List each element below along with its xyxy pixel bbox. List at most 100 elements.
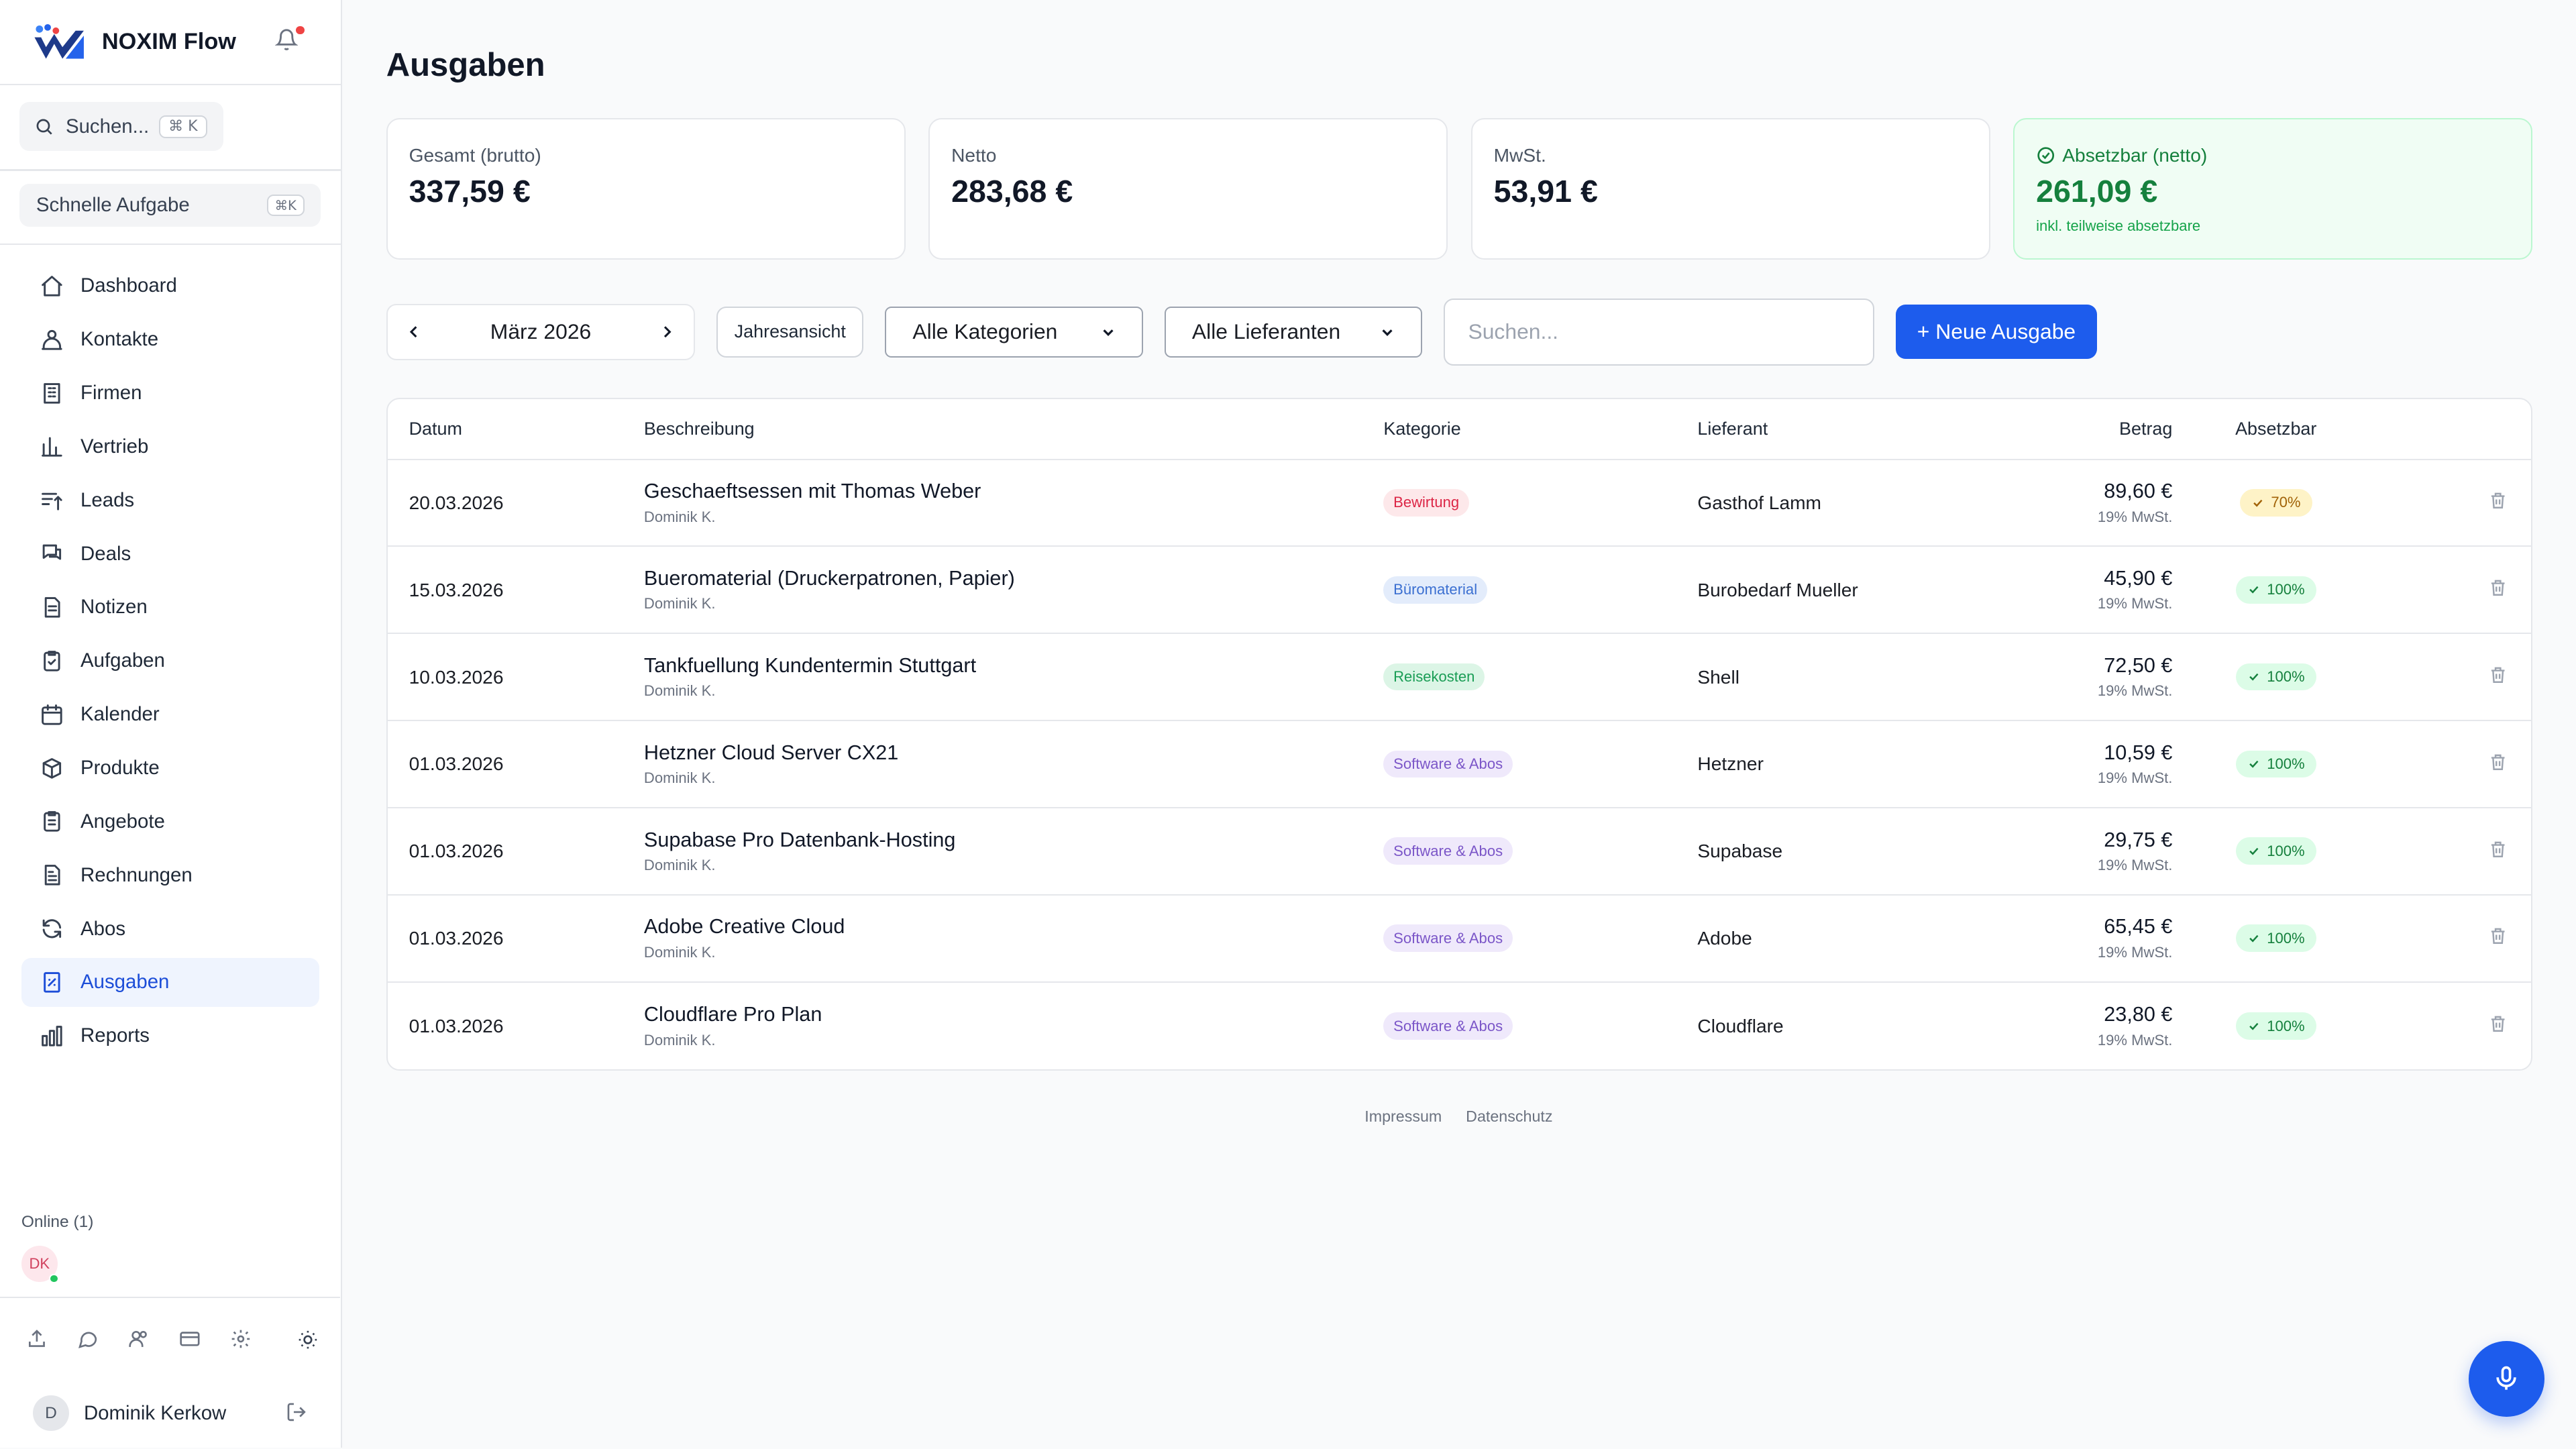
trash-icon[interactable] (2488, 752, 2508, 771)
category-badge: Software & Abos (1383, 1012, 1513, 1040)
building-icon (43, 382, 60, 404)
year-view-button[interactable]: Jahresansicht (716, 306, 864, 358)
leads-icon (41, 493, 62, 511)
new-expense-button[interactable]: + Neue Ausgabe (1895, 305, 2097, 360)
column-header-amount[interactable]: Betrag (1992, 419, 2194, 439)
trash-icon[interactable] (2488, 490, 2508, 510)
expense-title: Cloudflare Pro Plan (643, 1003, 822, 1026)
cell-deductible: 100% (2194, 576, 2358, 604)
trash-icon[interactable] (2488, 839, 2508, 859)
logout-icon[interactable] (286, 1401, 307, 1428)
card-label-text: Absetzbar (netto) (2062, 144, 2208, 166)
vat-rate: 19% MwSt. (2097, 769, 2173, 787)
cell-description: Tankfuellung Kundentermin Stuttgart Domin… (623, 654, 1362, 700)
sidebar-item-label: Reports (80, 1024, 150, 1047)
theme-sun-icon[interactable] (297, 1328, 319, 1350)
table-row[interactable]: 01.03.2026 Adobe Creative Cloud Dominik K.… (387, 896, 2532, 983)
main-content: Ausgaben Gesamt (brutto) 337,59 € Netto … (342, 0, 2576, 1448)
summary-cards: Gesamt (brutto) 337,59 € Netto 283,68 € … (386, 118, 2533, 260)
sidebar-footer: D Dominik Kerkow (0, 1297, 341, 1446)
sidebar-search[interactable]: Suchen... ⌘ K (19, 101, 224, 152)
cell-amount: 10,59 € 19% MwSt. (1992, 741, 2194, 787)
expense-user: Dominik K. (643, 943, 716, 961)
trash-icon[interactable] (2488, 578, 2508, 597)
expense-search-input[interactable]: Suchen... (1444, 298, 1875, 366)
credit-card-icon[interactable] (179, 1328, 201, 1350)
message-icon[interactable] (77, 1328, 99, 1350)
sidebar-item-firmen[interactable]: Firmen (21, 368, 319, 418)
users-icon[interactable] (128, 1328, 150, 1350)
category-select[interactable]: Alle Kategorien (885, 306, 1143, 358)
current-user[interactable]: D Dominik Kerkow (0, 1381, 340, 1446)
cell-supplier: Cloudflare (1697, 1015, 1784, 1036)
amount-value: 45,90 € (2104, 567, 2173, 590)
app-name: NOXIM Flow (101, 29, 236, 55)
column-header-description[interactable]: Beschreibung (623, 419, 1362, 439)
table-row[interactable]: 01.03.2026 Hetzner Cloud Server CX21 Domin… (387, 721, 2532, 808)
deductible-badge: 100% (2235, 924, 2316, 952)
voice-input-button[interactable] (2468, 1341, 2544, 1417)
column-header-category[interactable]: Kategorie (1362, 419, 1676, 439)
trash-icon[interactable] (2488, 1014, 2508, 1033)
supplier-select[interactable]: Alle Lieferanten (1164, 306, 1423, 358)
imprint-link[interactable]: Impressum (1364, 1108, 1442, 1125)
avatar-initials: DK (29, 1255, 50, 1273)
home-icon (41, 275, 62, 297)
quick-task-shortcut: ⌘K (266, 195, 305, 217)
check-circle-icon (2037, 147, 2055, 164)
clipboard-check-icon (43, 651, 60, 672)
settings-gear-icon[interactable] (230, 1328, 252, 1350)
chevron-left-icon[interactable] (404, 322, 423, 341)
month-picker: März 2026 (386, 304, 696, 360)
sidebar-item-dashboard[interactable]: Dashboard (21, 261, 319, 311)
sidebar-item-leads[interactable]: Leads (21, 476, 319, 525)
online-user-avatar[interactable]: DK (21, 1246, 60, 1284)
chevron-right-icon[interactable] (657, 322, 677, 341)
trash-icon[interactable] (2488, 926, 2508, 945)
sidebar-item-kontakte[interactable]: Kontakte (21, 315, 319, 364)
notification-bell-icon[interactable] (274, 26, 305, 54)
sidebar-item-aufgaben[interactable]: Aufgaben (21, 637, 319, 686)
sidebar-item-deals[interactable]: Deals (21, 529, 319, 579)
cell-category: Software & Abos (1362, 837, 1676, 865)
table-row[interactable]: 20.03.2026 Geschaeftsessen mit Thomas Web… (387, 460, 2532, 547)
cell-deductible: 100% (2194, 663, 2358, 691)
sidebar-item-notizen[interactable]: Notizen (21, 583, 319, 633)
sidebar-item-angebote[interactable]: Angebote (21, 797, 319, 847)
table-row[interactable]: 01.03.2026 Cloudflare Pro Plan Dominik K. S… (388, 983, 2532, 1070)
sidebar-item-rechnungen[interactable]: Rechnungen (21, 851, 319, 900)
sidebar-item-abos[interactable]: Abos (21, 904, 319, 954)
upload-icon[interactable] (26, 1328, 48, 1350)
quick-task-button[interactable]: Schnelle Aufgabe ⌘K (19, 184, 321, 227)
sidebar-nav: Dashboard Kontakte Firmen Vertrieb Leads Deal… (0, 261, 341, 1061)
sidebar-item-label: Abos (80, 917, 126, 940)
chevron-down-icon (1103, 329, 1114, 336)
table-body: 20.03.2026 Geschaeftsessen mit Thomas Web… (387, 460, 2532, 1070)
column-header-date[interactable]: Datum (388, 419, 623, 439)
privacy-link[interactable]: Datenschutz (1466, 1108, 1552, 1125)
sidebar-item-ausgaben[interactable]: Ausgaben (21, 957, 319, 1008)
trash-icon[interactable] (2488, 665, 2508, 684)
cell-deductible: 100% (2194, 750, 2358, 778)
column-header-deductible[interactable]: Absetzbar (2194, 419, 2358, 439)
footer-icon-row (0, 1298, 340, 1381)
sidebar-item-kalender[interactable]: Kalender (21, 690, 319, 739)
expense-table: Datum Beschreibung Kategorie Lieferant B… (386, 397, 2533, 1071)
table-row[interactable]: 15.03.2026 Bueromaterial (Druckerpatronen… (387, 547, 2532, 635)
expense-title: Bueromaterial (Druckerpatronen, Papier) (643, 567, 1015, 590)
column-header-supplier[interactable]: Lieferant (1676, 419, 1992, 439)
sidebar-item-vertrieb[interactable]: Vertrieb (21, 422, 319, 472)
cell-deductible: 70% (2194, 489, 2358, 517)
expense-title: Adobe Creative Cloud (643, 915, 845, 938)
notification-dot (296, 26, 305, 35)
card-label: Gesamt (brutto) (409, 144, 541, 166)
table-row[interactable]: 01.03.2026 Supabase Pro Datenbank-Hosting… (387, 808, 2532, 896)
sidebar-item-reports[interactable]: Reports (21, 1012, 319, 1061)
cell-category: Büromaterial (1362, 576, 1676, 604)
check-icon (2249, 847, 2259, 855)
refresh-icon (42, 919, 61, 938)
deductible-badge: 100% (2235, 1012, 2316, 1040)
table-row[interactable]: 10.03.2026 Tankfuellung Kundentermin Stut… (387, 634, 2532, 722)
online-indicator (49, 1273, 60, 1284)
sidebar-item-produkte[interactable]: Produkte (21, 743, 319, 793)
